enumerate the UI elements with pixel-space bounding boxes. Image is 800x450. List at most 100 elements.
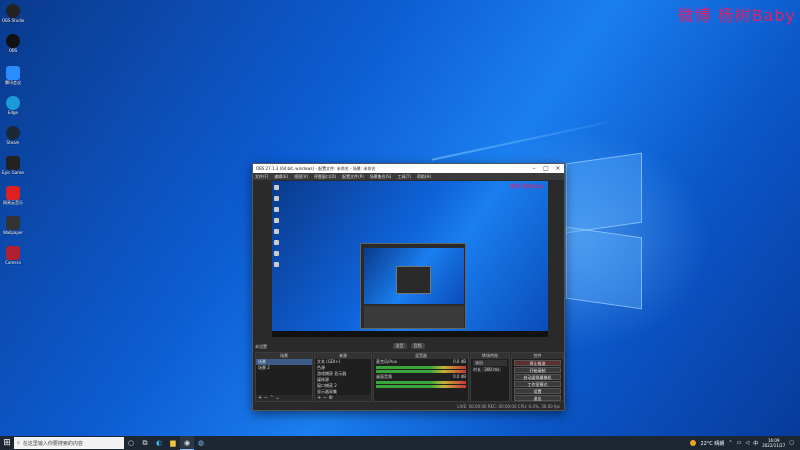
search-placeholder: 在这里输入你要搜索的内容 [22, 440, 83, 447]
desktop-icon[interactable]: Wallpaper [2, 216, 24, 235]
audio-chip[interactable]: 音频 [410, 343, 425, 349]
controls-header: 控件 [512, 353, 563, 359]
desktop-icon[interactable]: OBS Studio [2, 4, 24, 23]
edge-icon[interactable]: ◐ [152, 436, 166, 450]
notification-icon[interactable]: ▢ [789, 440, 794, 446]
controls-dock: 控件 停止推流 开始录制 启动虚拟摄像机 工作室模式 设置 退出 [511, 352, 564, 402]
mixer-dock: 混音器 麦克风/Aux 0.0 dB 桌面音频 0.0 dB [373, 352, 469, 402]
menu-profile[interactable]: 配置文件(P) [342, 174, 364, 180]
menu-tools[interactable]: 工具(T) [397, 174, 411, 180]
scene-item[interactable]: 场景 2 [256, 365, 312, 371]
camera-icon [6, 246, 20, 260]
preview-taskbar [272, 331, 548, 337]
mixer-channel-label: 桌面音频 0.0 dB [376, 374, 466, 379]
volume-meter [376, 366, 466, 369]
down-icon[interactable]: ⌄ [275, 395, 279, 401]
obs-window[interactable]: OBS 27.1.3 (64 bit, windows) - 配置文件: 未命名… [252, 163, 565, 411]
cortana-icon[interactable]: ○ [124, 436, 138, 450]
desktop: 微博 杨树Baby OBS Studio OBS 腾讯会议 Edge Steam… [0, 0, 800, 436]
task-view-icon[interactable]: ⧉ [138, 436, 152, 450]
wallpaper-icon [6, 216, 20, 230]
remove-icon[interactable]: − [264, 395, 268, 401]
status-bar: LIVE: 00:00:00 REC: 00:00:00 CPU: 0.4%, … [253, 402, 564, 410]
minimize-icon[interactable]: – [528, 165, 540, 172]
gear-icon[interactable]: ⚙ [329, 395, 333, 401]
epic-icon [6, 156, 20, 170]
exit-button[interactable]: 退出 [514, 395, 561, 401]
volume-slider[interactable] [376, 370, 466, 373]
menu-view[interactable]: 视图(V) [294, 174, 308, 180]
search-icon: ⌕ [17, 440, 20, 446]
file-explorer-icon[interactable]: ▆ [166, 436, 180, 450]
menu-bar: 文件(F) 编辑(E) 视图(V) 停靠窗口(D) 配置文件(P) 场景集合(S… [253, 173, 564, 180]
steam-icon [6, 126, 20, 140]
taskbar: ⊞ ⌕ 在这里输入你要搜索的内容 ○ ⧉ ◐ ▆ ◉ ◍ 22°C 晴朗 ⌃ ▭… [0, 436, 800, 450]
window-pane [566, 152, 642, 234]
scenes-dock: 场景 场景 场景 2 + − ⌃ ⌄ [255, 352, 313, 402]
desktop-icon[interactable]: 腾讯会议 [2, 66, 24, 85]
chevron-up-icon[interactable]: ⌃ [728, 440, 732, 446]
steam-taskbar-icon[interactable]: ◍ [194, 436, 208, 450]
window-title: OBS 27.1.3 (64 bit, windows) - 配置文件: 未命名… [256, 165, 376, 171]
nested-obs-preview [360, 243, 466, 329]
start-recording-button[interactable]: 开始录制 [514, 367, 561, 373]
window-pane [566, 226, 642, 310]
menu-help[interactable]: 帮助(H) [417, 174, 431, 180]
weather-icon [690, 440, 697, 446]
search-box[interactable]: ⌕ 在这里输入你要搜索的内容 [14, 437, 124, 449]
add-icon[interactable]: + [317, 395, 321, 401]
volume-slider[interactable] [376, 385, 466, 388]
preview-watermark: 微博 杨树Baby [509, 184, 544, 190]
preview-canvas[interactable]: 微博 杨树Baby [272, 181, 548, 337]
settings-button[interactable]: 设置 [514, 388, 561, 394]
obs-taskbar-icon[interactable]: ◉ [180, 436, 194, 450]
maximize-icon[interactable]: □ [540, 165, 552, 172]
duration-input[interactable]: 300 ms [482, 367, 502, 372]
mixer-channel-label: 麦克风/Aux 0.0 dB [376, 359, 466, 364]
scenes-toolbar: + − ⌃ ⌄ [256, 395, 312, 401]
duration-row: 时长 300 ms [473, 367, 502, 372]
preview-desktop-icons [274, 185, 280, 273]
transition-select[interactable]: 淡出 [473, 360, 507, 366]
desktop-icon[interactable]: Epic Games [2, 156, 24, 175]
status-text: LIVE: 00:00:00 REC: 00:00:00 CPU: 0.4%, … [457, 403, 560, 409]
volume-icon[interactable]: ◁ [745, 440, 749, 446]
sources-toolbar: + − ⚙ [315, 395, 371, 401]
obs-icon [6, 4, 20, 18]
system-tray: 22°C 晴朗 ⌃ ▭ ◁ 中 16:09 2022/11/27 ▢ [690, 438, 800, 448]
weather-text[interactable]: 22°C 晴朗 [700, 440, 724, 447]
menu-file[interactable]: 文件(F) [255, 174, 268, 180]
music-icon [6, 186, 20, 200]
remove-icon[interactable]: − [323, 395, 327, 401]
stop-streaming-button[interactable]: 停止推流 [514, 360, 561, 366]
studio-mode-button[interactable]: 工作室模式 [514, 381, 561, 387]
transitions-header: 转场特效 [471, 353, 509, 359]
add-icon[interactable]: + [258, 395, 262, 401]
desktop-icon[interactable]: Steam [2, 126, 24, 145]
desktop-icon[interactable]: OBS [2, 34, 24, 53]
menu-docks[interactable]: 停靠窗口(D) [314, 174, 336, 180]
windows-start-icon[interactable]: ⊞ [0, 438, 14, 448]
preview-controls: 混音 音频 [253, 342, 564, 350]
mixer-chip[interactable]: 混音 [392, 343, 407, 349]
watermark-text: 微博 杨树Baby [677, 6, 796, 25]
menu-edit[interactable]: 编辑(E) [274, 174, 288, 180]
network-icon[interactable]: ▭ [737, 440, 742, 446]
desktop-icon[interactable]: 网易云音乐 [2, 186, 24, 205]
ime-icon[interactable]: 中 [753, 440, 758, 447]
meeting-icon [6, 66, 20, 80]
up-icon[interactable]: ⌃ [270, 395, 274, 401]
desktop-icon[interactable]: Camera [2, 246, 24, 265]
close-icon[interactable]: × [552, 165, 564, 172]
sources-dock: 来源 文本 (GDI+) 色源 游戏捕获 显示器 媒体源 窗口捕获 2 显示器采… [314, 352, 372, 402]
menu-scene-collection[interactable]: 场景集合(S) [370, 174, 392, 180]
transitions-dock: 转场特效 淡出 时长 300 ms [470, 352, 510, 402]
obs-icon [6, 34, 20, 48]
docks-area: 场景 场景 场景 2 + − ⌃ ⌄ 来源 文本 (GDI+) 色源 游戏捕获 … [255, 352, 564, 402]
window-titlebar[interactable]: OBS 27.1.3 (64 bit, windows) - 配置文件: 未命名… [253, 164, 564, 173]
desktop-icon[interactable]: Edge [2, 96, 24, 115]
edge-icon [6, 96, 20, 110]
clock[interactable]: 16:09 2022/11/27 [762, 438, 785, 448]
virtual-camera-button[interactable]: 启动虚拟摄像机 [514, 374, 561, 380]
volume-meter [376, 381, 466, 384]
